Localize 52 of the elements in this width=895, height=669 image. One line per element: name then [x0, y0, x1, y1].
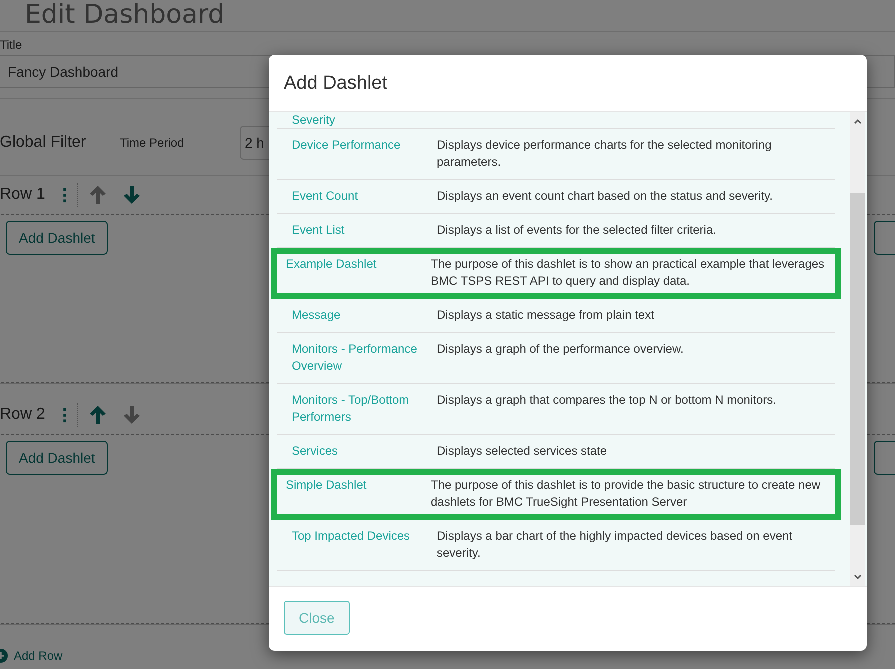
dashlet-link[interactable]: Message — [292, 307, 437, 324]
dashlet-row[interactable]: Monitors - Performance Overview Displays a graph of the performance overview. — [277, 333, 835, 384]
dashlet-link[interactable]: Event Count — [292, 188, 437, 205]
section-heading: Global Filter — [0, 134, 88, 152]
close-button[interactable]: Close — [284, 601, 350, 635]
highlighted-dashlet-row[interactable]: Example Dashlet The purpose of this dashlet is to show an practical example that leverages BMC TSPS REST API to query and display data. — [271, 248, 841, 299]
dashlet-row[interactable]: Services Displays selected services state — [277, 435, 835, 469]
row-label: Row 2 — [0, 406, 46, 424]
dashlet-description: Displays a graph of the performance overview. — [437, 341, 685, 358]
field-label: Time Period — [120, 136, 186, 150]
dashlet-description: Displays a static message from plain text — [437, 307, 656, 324]
highlighted-dashlet-row[interactable]: Simple Dashlet The purpose of this dashlet is to provide the basic structure to create new dashlets for BMC TrueSight Presentation Server — [271, 469, 841, 520]
dashlet-link[interactable]: Top Impacted Devices — [292, 528, 437, 562]
dashlet-description: Displays selected services state — [437, 443, 608, 460]
dashlet-link[interactable]: Device Performance — [292, 137, 437, 171]
dashlet-description: The purpose of this dashlet is to show an practical example that leverages BMC TSPS REST API to query and display data. — [431, 256, 826, 290]
chevron-down-icon[interactable] — [854, 575, 862, 580]
dashlet-row[interactable]: Event List Displays a list of events for the selected filter criteria. — [277, 214, 835, 248]
dashlet-row[interactable]: Monitors - Top/Bottom Performers Displays a graph that compares the top N or bottom N monitors. — [277, 384, 835, 435]
dashlet-link[interactable]: Example Dashlet — [286, 256, 431, 290]
add-dashlet-button[interactable]: Add Dashlet — [6, 441, 108, 475]
chevron-up-icon[interactable] — [854, 119, 862, 124]
dashlet-row[interactable]: Severity — [277, 112, 835, 129]
dashlet-link[interactable]: Severity — [292, 112, 437, 128]
dashlet-row[interactable]: Message Displays a static message from plain text — [277, 299, 835, 333]
dashlet-link[interactable]: Monitors - Performance Overview — [292, 341, 437, 375]
dashlet-row[interactable]: Device Performance Displays device performance charts for the selected monitoring parameters. — [277, 129, 835, 180]
row-label: Row 1 — [0, 186, 46, 204]
dashlet-row[interactable]: Event Count Displays an event count chart based on the status and severity. — [277, 180, 835, 214]
up-arrow-icon[interactable] — [88, 405, 108, 425]
dashlet-description: Displays device performance charts for the selected monitoring parameters. — [437, 137, 773, 171]
dashlet-description: Displays a list of events for the selected filter criteria. — [437, 222, 718, 239]
dashlet-description: Displays an event count chart based on the status and severity. — [437, 188, 774, 205]
dashlet-link[interactable]: Monitors - Top/Bottom Performers — [292, 392, 437, 426]
dashlet-description: The purpose of this dashlet is to provide the basic structure to create new dashlets for BMC TrueSight Presentation Server — [431, 477, 822, 511]
kebab-menu-icon[interactable] — [63, 408, 68, 422]
dashlet-link[interactable]: Event List — [292, 222, 437, 239]
field-label: Title — [0, 38, 24, 52]
dashlet-link[interactable]: Services — [292, 443, 437, 460]
down-arrow-icon[interactable] — [122, 405, 142, 425]
add-dashlet-button[interactable]: Add Dashlet — [6, 221, 108, 255]
dashlet-description: Displays a bar chart of the highly impacted devices based on event severity. — [437, 528, 794, 562]
dashlet-link[interactable]: Simple Dashlet — [286, 477, 431, 511]
scrollbar[interactable] — [850, 112, 865, 586]
kebab-menu-icon[interactable] — [63, 188, 68, 202]
page-title: Edit Dashboard — [0, 0, 895, 32]
add-row-button[interactable]: Add Row — [0, 649, 63, 663]
up-arrow-icon[interactable] — [88, 185, 108, 205]
scrollbar-thumb[interactable] — [850, 193, 865, 525]
dashlet-row[interactable]: Top Impacted Devices Displays a bar chart of the highly impacted devices based on event severity. — [277, 520, 835, 571]
dashlet-description: Displays a graph that compares the top N or bottom N monitors. — [437, 392, 778, 409]
down-arrow-icon[interactable] — [122, 185, 142, 205]
